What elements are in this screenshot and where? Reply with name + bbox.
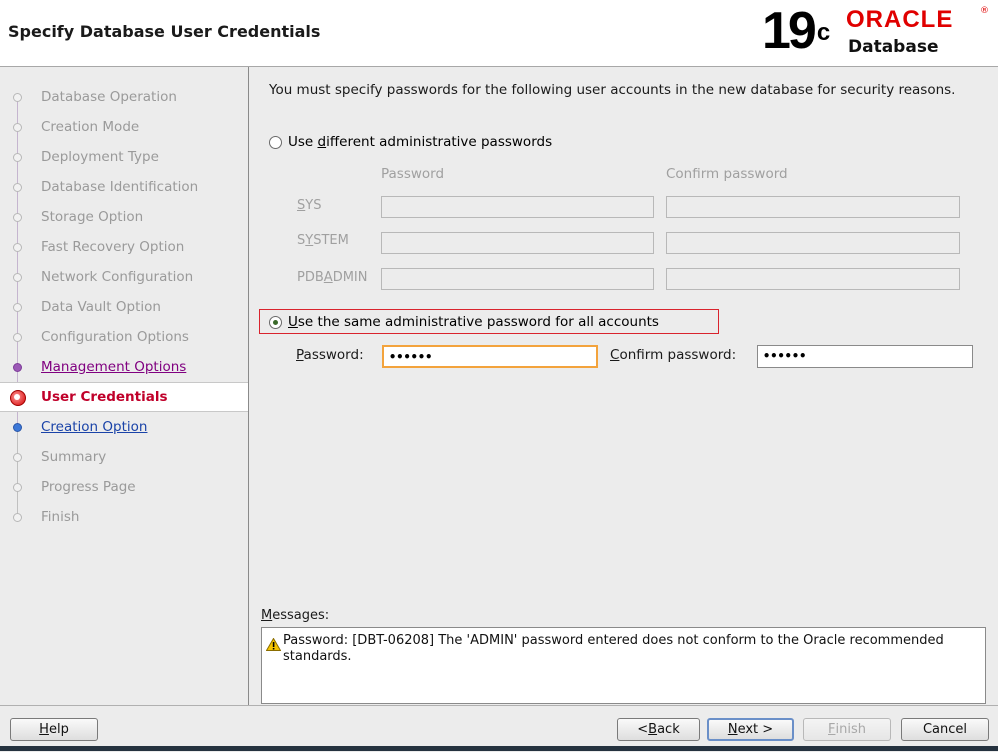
sidebar-item-fast-recovery-option: Fast Recovery Option bbox=[0, 232, 248, 262]
pdbadmin-confirm-password-field bbox=[666, 268, 960, 290]
sys-password-field bbox=[381, 196, 654, 218]
back-button[interactable]: < Back bbox=[617, 718, 700, 741]
wizard-footer: Help < Back Next > Finish Cancel bbox=[0, 705, 998, 752]
sidebar-item-label: Deployment Type bbox=[41, 149, 159, 165]
confirm-password-label: Confirm password: bbox=[610, 347, 737, 363]
sidebar-item-creation-mode: Creation Mode bbox=[0, 112, 248, 142]
logo-product: Database bbox=[848, 37, 939, 57]
next-button[interactable]: Next > bbox=[707, 718, 794, 741]
logo-version: 19 c bbox=[762, 2, 831, 60]
step-dot-icon bbox=[13, 423, 22, 432]
same-password-label[interactable]: Use the same administrative password for… bbox=[288, 314, 659, 330]
sidebar-item-data-vault-option: Data Vault Option bbox=[0, 292, 248, 322]
sidebar-item-label: Storage Option bbox=[41, 209, 144, 225]
sidebar-item-label: Fast Recovery Option bbox=[41, 239, 185, 255]
sidebar-item-label[interactable]: Management Options bbox=[41, 359, 186, 375]
password-input[interactable]: •••••• bbox=[382, 345, 598, 368]
sidebar-item-deployment-type: Deployment Type bbox=[0, 142, 248, 172]
sys-label: SYS bbox=[297, 198, 322, 213]
step-dot-icon bbox=[13, 213, 22, 222]
messages-label: Messages: bbox=[261, 608, 330, 623]
oracle-19c-logo: 19 c ORACLE ® Database bbox=[762, 4, 992, 62]
finish-button: Finish bbox=[803, 718, 891, 741]
wizard-steps-sidebar: Database Operation Creation Mode Deploym… bbox=[0, 67, 249, 705]
different-passwords-option[interactable]: Use different administrative passwords bbox=[269, 134, 552, 150]
system-label: SYSTEM bbox=[297, 233, 349, 248]
page-title: Specify Database User Credentials bbox=[8, 22, 321, 41]
grid-header-password: Password bbox=[381, 166, 445, 182]
sidebar-item-configuration-options: Configuration Options bbox=[0, 322, 248, 352]
sidebar-item-network-configuration: Network Configuration bbox=[0, 262, 248, 292]
password-label: Password: bbox=[296, 347, 364, 363]
step-dot-icon bbox=[13, 513, 22, 522]
radio-different-passwords[interactable] bbox=[269, 135, 282, 149]
sidebar-item-label[interactable]: Creation Option bbox=[41, 419, 147, 435]
sidebar-item-label: Configuration Options bbox=[41, 329, 189, 345]
sidebar-item-summary: Summary bbox=[0, 442, 248, 472]
same-password-option[interactable]: Use the same administrative password for… bbox=[269, 314, 659, 330]
pdbadmin-label: PDBADMIN bbox=[297, 270, 368, 285]
credentials-panel: You must specify passwords for the follo… bbox=[249, 67, 998, 705]
sidebar-item-progress-page: Progress Page bbox=[0, 472, 248, 502]
window-bottom-bar bbox=[0, 746, 998, 751]
step-dot-icon bbox=[13, 93, 22, 102]
step-dot-icon bbox=[13, 153, 22, 162]
step-dot-icon bbox=[13, 183, 22, 192]
sidebar-item-label: Data Vault Option bbox=[41, 299, 161, 315]
step-dot-icon bbox=[13, 243, 22, 252]
sidebar-item-label: Summary bbox=[41, 449, 107, 465]
step-dot-icon bbox=[13, 273, 22, 282]
messages-box[interactable]: Password: [DBT-06208] The 'ADMIN' passwo… bbox=[261, 627, 986, 704]
sidebar-item-user-credentials: User Credentials bbox=[0, 382, 248, 412]
sidebar-item-label: Database Operation bbox=[41, 89, 177, 105]
different-passwords-label[interactable]: Use different administrative passwords bbox=[288, 134, 552, 150]
step-dot-icon bbox=[13, 483, 22, 492]
step-dot-icon bbox=[13, 333, 22, 342]
sidebar-item-finish: Finish bbox=[0, 502, 248, 532]
logo-registered-mark: ® bbox=[980, 6, 989, 16]
step-dot-icon bbox=[13, 123, 22, 132]
sidebar-item-creation-option[interactable]: Creation Option bbox=[0, 412, 248, 442]
confirm-password-input[interactable]: •••••• bbox=[757, 345, 973, 368]
wizard-header: Specify Database User Credentials 19 c OR… bbox=[0, 0, 998, 67]
sidebar-item-label: Finish bbox=[41, 509, 80, 525]
pdbadmin-password-field bbox=[381, 268, 654, 290]
sidebar-item-management-options[interactable]: Management Options bbox=[0, 352, 248, 382]
step-dot-icon bbox=[13, 303, 22, 312]
sidebar-item-database-operation: Database Operation bbox=[0, 82, 248, 112]
logo-brand: ORACLE bbox=[846, 6, 954, 33]
system-confirm-password-field bbox=[666, 232, 960, 254]
intro-text: You must specify passwords for the follo… bbox=[269, 82, 956, 98]
step-dot-icon bbox=[13, 363, 22, 372]
sidebar-item-label: Network Configuration bbox=[41, 269, 194, 285]
cancel-button[interactable]: Cancel bbox=[901, 718, 989, 741]
sys-confirm-password-field bbox=[666, 196, 960, 218]
sidebar-item-label: User Credentials bbox=[41, 389, 168, 405]
sidebar-item-storage-option: Storage Option bbox=[0, 202, 248, 232]
message-text: Password: [DBT-06208] The 'ADMIN' passwo… bbox=[283, 633, 944, 664]
sidebar-item-label: Database Identification bbox=[41, 179, 199, 195]
sidebar-item-label: Progress Page bbox=[41, 479, 136, 495]
system-password-field bbox=[381, 232, 654, 254]
radio-same-password[interactable] bbox=[269, 315, 282, 329]
step-dot-icon bbox=[13, 453, 22, 462]
help-button[interactable]: Help bbox=[10, 718, 98, 741]
sidebar-item-database-identification: Database Identification bbox=[0, 172, 248, 202]
sidebar-item-label: Creation Mode bbox=[41, 119, 140, 135]
grid-header-confirm-password: Confirm password bbox=[666, 166, 788, 182]
current-step-icon bbox=[10, 390, 26, 406]
warning-icon bbox=[266, 638, 281, 651]
